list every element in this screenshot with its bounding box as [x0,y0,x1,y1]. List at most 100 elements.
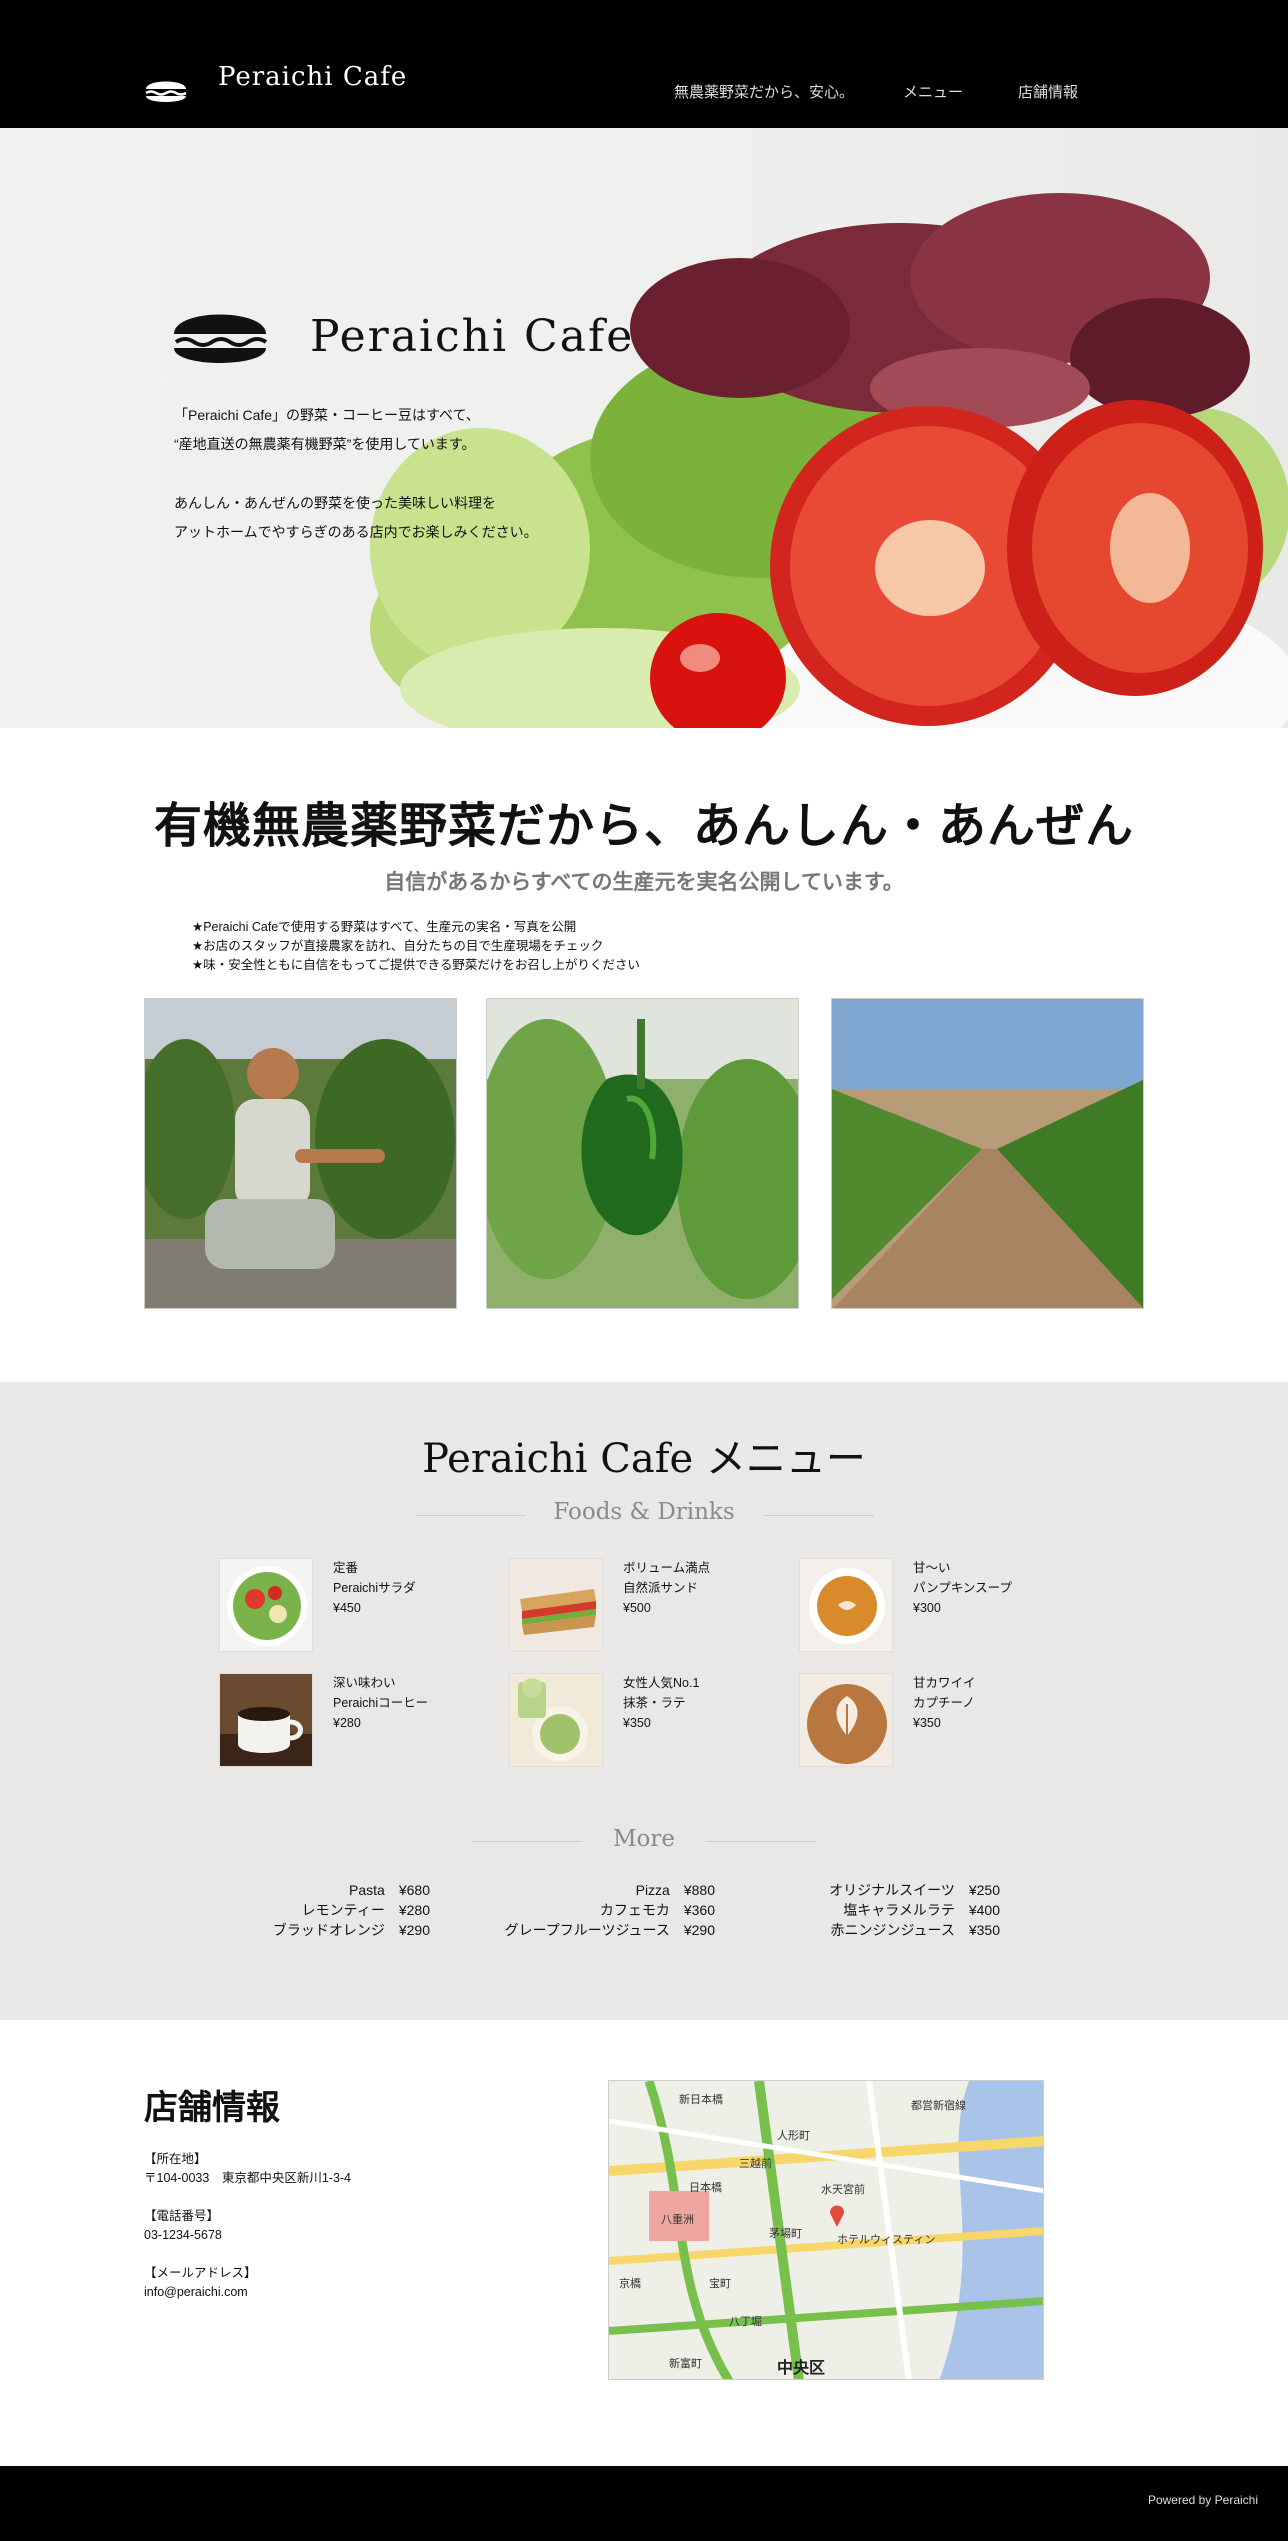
menu-item-name: カプチーノ [913,1696,975,1710]
bullet-item: ★お店のスタッフが直接農家を訪れ、自分たちの目で生産現場をチェック [192,939,604,953]
map-label: ホテルウィスティン [837,2233,935,2246]
map-label: 日本橋 [689,2180,722,2194]
more-item-name: レモンティー [301,1902,385,1918]
more-item: カフェモカ ¥360 [470,1900,715,1920]
map-label: 京橋 [619,2276,641,2290]
menu-item[interactable]: 甘〜い パンプキンスープ ¥300 [799,1558,1059,1654]
more-item-name: Pizza [635,1882,670,1898]
more-item: Pizza ¥880 [470,1880,715,1900]
nav-store-info[interactable]: 店舗情報 [1018,81,1078,102]
menu-item-tag: ボリューム満点 [623,1561,711,1575]
more-item-price: ¥250 [968,1882,1000,1898]
site-footer: Powered by Peraichi [0,2466,1288,2541]
more-item: グレープフルーツジュース ¥290 [470,1920,715,1940]
more-item-name: オリジナルスイーツ [829,1882,955,1898]
hero-line: “産地直送の無農薬有機野菜”を使用しています。 [174,436,476,452]
map-label: 三越前 [739,2156,772,2170]
more-item-price: ¥880 [683,1882,715,1898]
cappuccino-thumb [799,1673,893,1767]
more-item: レモンティー ¥280 [228,1900,430,1920]
menu-item[interactable]: 深い味わい Peraichiコーヒー ¥280 [219,1673,479,1769]
menu-item-tag: 甘カワイイ [913,1676,976,1690]
more-title: More [612,1826,675,1852]
menu-item-price: ¥500 [623,1601,651,1615]
more-list-3: オリジナルスイーツ ¥250 塩キャラメルラテ ¥400 赤ニンジンジュース ¥350 [780,1880,1000,1940]
menu-item-name: Peraichiサラダ [333,1581,416,1595]
map-label: 八重洲 [661,2212,694,2226]
divider [706,1841,816,1842]
menu-item[interactable]: ボリューム満点 自然派サンド ¥500 [509,1558,769,1654]
greenhouse-photo [831,998,1144,1309]
more-item: Pasta ¥680 [228,1880,430,1900]
store-title: 店舗情報 [144,2088,280,2128]
map-label: 宝町 [709,2276,731,2290]
menu-item[interactable]: 甘カワイイ カプチーノ ¥350 [799,1673,1059,1769]
more-list-2: Pizza ¥880 カフェモカ ¥360 グレープフルーツジュース ¥290 [470,1880,715,1940]
brand-logo[interactable]: Peraichi Cafe [144,62,406,107]
mail-label: 【メールアドレス】 [144,2266,257,2280]
pumpkin-soup-thumb [799,1558,893,1652]
menu-item-name: 抹茶・ラテ [623,1696,686,1710]
footer-credit[interactable]: Powered by Peraichi [1148,2493,1258,2507]
burger-logo-icon [145,81,187,102]
store-info: 【所在地】 〒104-0033 東京都中央区新川1-3-4 【電話番号】 03-… [144,2150,351,2321]
more-item-price: ¥350 [968,1922,1000,1938]
more-list-1: Pasta ¥680 レモンティー ¥280 ブラッドオレンジ ¥290 [228,1880,430,1940]
map-label: 八丁堀 [729,2315,762,2328]
map-district-label: 中央区 [777,2358,825,2377]
nav-menu[interactable]: メニュー [903,81,963,102]
more-item-price: ¥290 [683,1922,715,1938]
site-header: Peraichi Cafe 無農薬野菜だから、安心。 メニュー 店舗情報 [0,0,1288,128]
more-item-name: グレープフルーツジュース [504,1922,670,1938]
coffee-thumb [219,1673,313,1767]
menu-item-price: ¥280 [333,1716,361,1730]
brand-name: Peraichi Cafe [218,62,408,92]
more-item: 赤ニンジンジュース ¥350 [780,1920,1000,1940]
sandwich-thumb [509,1558,603,1652]
hero-line: あんしん・あんぜんの野菜を使った美味しい料理を [174,495,496,511]
more-item-name: Pasta [349,1882,385,1898]
matcha-latte-thumb [509,1673,603,1767]
hero-intro: 「Peraichi Cafe」の野菜・コーヒー豆はすべて、 “産地直送の無農薬有… [174,401,538,547]
menu-item-price: ¥350 [913,1716,941,1730]
more-item: 塩キャラメルラテ ¥400 [780,1900,1000,1920]
nav-safety[interactable]: 無農薬野菜だから、安心。 [674,81,854,102]
map-label: 茅場町 [769,2227,802,2240]
address-label: 【所在地】 [144,2152,207,2166]
more-item-price: ¥680 [398,1882,430,1898]
map-label: 新富町 [669,2356,702,2370]
phone-label: 【電話番号】 [144,2209,220,2223]
hero-line: アットホームでやすらぎのある店内でお楽しみください。 [174,524,538,540]
menu-item-tag: 定番 [333,1561,359,1575]
menu-item-price: ¥300 [913,1601,941,1615]
more-item-name: ブラッドオレンジ [272,1922,385,1938]
more-item-name: カフェモカ [599,1902,670,1918]
phone-value[interactable]: 03-1234-5678 [144,2226,351,2245]
organic-title: 有機無農薬野菜だから、あんしん・あんぜん [153,798,1134,854]
salad-thumb [219,1558,313,1652]
hero-title: Peraichi Cafe [310,311,635,362]
bullet-item: ★味・安全性ともに自信をもってご提供できる野菜だけをお召し上がりください [192,958,640,972]
more-item: オリジナルスイーツ ¥250 [780,1880,1000,1900]
menu-subtitle: Foods & Drinks [553,1499,735,1525]
pepper-photo [486,998,799,1309]
menu-item[interactable]: 女性人気No.1 抹茶・ラテ ¥350 [509,1673,769,1769]
menu-item-name: Peraichiコーヒー [333,1696,429,1710]
menu-title: Peraichi Cafe メニュー [422,1436,866,1482]
organic-subtitle: 自信があるからすべての生産元を実名公開しています。 [384,871,904,894]
menu-item-name: 自然派サンド [623,1581,699,1595]
more-item-price: ¥290 [398,1922,430,1938]
menu-section: Peraichi Cafe メニュー Foods & Drinks 定番 Per… [0,1382,1288,2020]
menu-item-price: ¥450 [333,1601,361,1615]
hero-line: 「Peraichi Cafe」の野菜・コーヒー豆はすべて、 [174,407,480,423]
more-item: ブラッドオレンジ ¥290 [228,1920,430,1940]
menu-item-tag: 甘〜い [913,1561,951,1575]
menu-item-tag: 深い味わい [333,1676,396,1690]
menu-item[interactable]: 定番 Peraichiサラダ ¥450 [219,1558,479,1654]
more-item-price: ¥280 [398,1902,430,1918]
map-label: 人形町 [777,2129,810,2142]
mail-value[interactable]: info@peraichi.com [144,2283,351,2302]
menu-item-name: パンプキンスープ [913,1581,1012,1595]
store-map[interactable]: 新日本橋 人形町 都営新宿線 三越前 日本橋 水天宮前 八重洲 茅場町 京橋 宝… [608,2080,1044,2380]
more-item-price: ¥400 [968,1902,1000,1918]
